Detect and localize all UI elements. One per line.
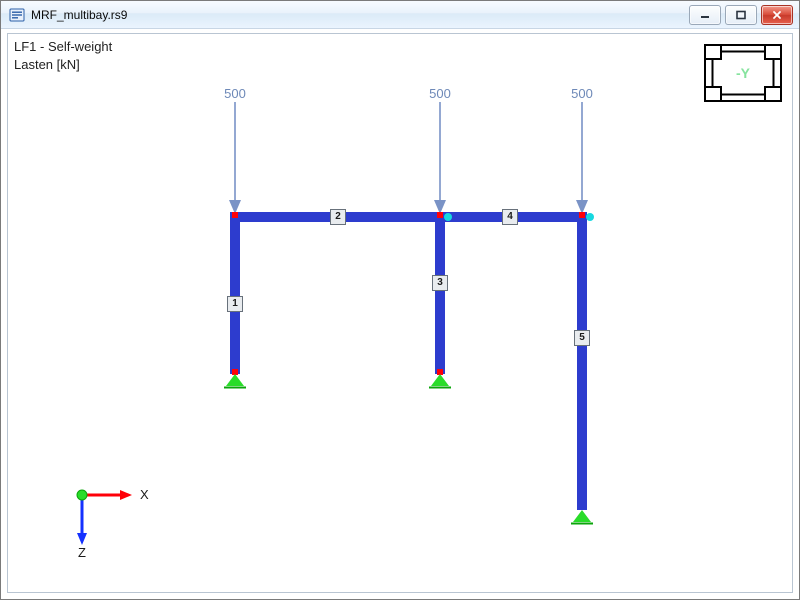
maximize-button[interactable] (725, 5, 757, 25)
member-label: 3 (432, 275, 448, 291)
load-value-3: 500 (571, 86, 593, 101)
minimize-button[interactable] (689, 5, 721, 25)
node-marker (579, 212, 585, 218)
units-label: Lasten [kN] (14, 56, 112, 74)
support-icon (429, 374, 451, 393)
axis-gizmo: X Z (62, 473, 158, 562)
member-label: 5 (574, 330, 590, 346)
svg-text:X: X (140, 487, 149, 502)
close-button[interactable] (761, 5, 793, 25)
load-arrow-icon (432, 102, 448, 217)
load-value-1: 500 (224, 86, 246, 101)
view-cube-label: -Y (736, 65, 751, 81)
member-1[interactable] (230, 212, 240, 374)
node-marker (232, 212, 238, 218)
load-arrow-icon (574, 102, 590, 217)
titlebar[interactable]: MRF_multibay.rs9 (1, 1, 799, 29)
load-value-2: 500 (429, 86, 451, 101)
app-icon (9, 7, 25, 23)
svg-text:Z: Z (78, 545, 86, 559)
hinge-marker (586, 213, 594, 221)
member-3[interactable] (435, 212, 445, 374)
load-case-label: LF1 - Self-weight (14, 38, 112, 56)
member-label: 1 (227, 296, 243, 312)
app-window: MRF_multibay.rs9 LF1 - Self-weight Laste… (0, 0, 800, 600)
support-icon (224, 374, 246, 393)
model-viewport[interactable]: LF1 - Self-weight Lasten [kN] -Y 500 (7, 33, 793, 593)
load-arrow-icon (227, 102, 243, 217)
view-cube[interactable]: -Y (704, 44, 782, 105)
node-marker (437, 212, 443, 218)
member-5[interactable] (577, 212, 587, 510)
hinge-marker (444, 213, 452, 221)
member-label: 2 (330, 209, 346, 225)
window-title: MRF_multibay.rs9 (31, 8, 689, 22)
member-label: 4 (502, 209, 518, 225)
support-icon (571, 510, 593, 529)
window-caption-buttons (689, 5, 793, 25)
viewport-info: LF1 - Self-weight Lasten [kN] (14, 38, 112, 73)
